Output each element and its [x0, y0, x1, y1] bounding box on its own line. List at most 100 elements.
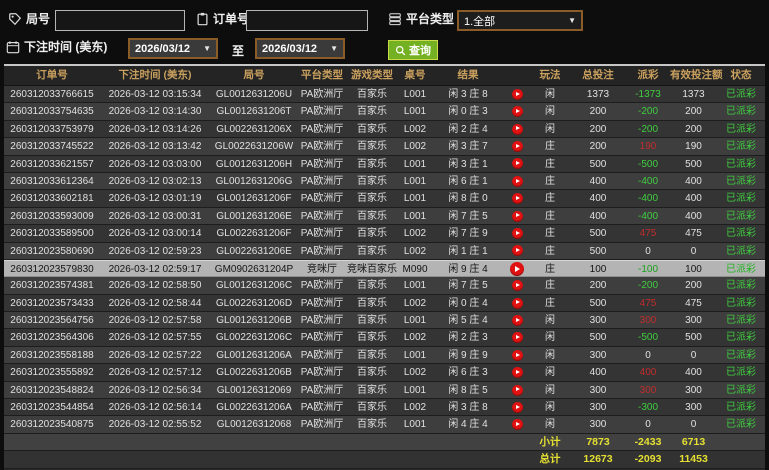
table-header: 订单号 下注时间 (美东) 局号 平台类型 游戏类型 桌号 结果 玩法 总投注 派彩 有效投注额 状态 — [4, 66, 765, 86]
cell-table: L001 — [403, 158, 427, 170]
cell-platform: PA欧洲厅 — [300, 245, 344, 257]
cell-table: L002 — [403, 228, 427, 240]
cell-table: L001 — [403, 419, 427, 431]
cell-payout: -200 — [637, 106, 658, 118]
table-row[interactable]: 260312023564756 2026-03-12 02:57:58 GL0012… — [4, 312, 765, 330]
replay-play-icon[interactable] — [511, 314, 523, 326]
replay-play-icon[interactable] — [511, 106, 523, 118]
replay-play-icon[interactable] — [511, 280, 523, 292]
cell-status: 已派彩 — [726, 228, 756, 240]
table-row[interactable]: 260312023544854 2026-03-12 02:56:14 GL0022… — [4, 399, 765, 417]
replay-cell — [504, 156, 530, 173]
subtotal-row-bet: 7873 — [586, 435, 610, 448]
replay-play-icon[interactable] — [511, 88, 523, 100]
cell-platform: PA欧洲厅 — [300, 141, 344, 153]
cell-status: 已派彩 — [726, 158, 756, 170]
date-from-picker[interactable]: 2026/03/12 ▼ — [128, 38, 218, 59]
replay-cell — [504, 173, 530, 190]
cell-game: 百家乐 — [357, 175, 387, 187]
table-row[interactable]: 260312033766615 2026-03-12 03:15:34 GL0012… — [4, 86, 765, 104]
table-row[interactable]: 260312033612364 2026-03-12 03:02:13 GL0012… — [4, 172, 765, 191]
cell-round: GL0012631206F — [216, 193, 292, 205]
cell-result: 闲 0 庄 4 — [448, 297, 488, 309]
table-row[interactable]: 260312023548824 2026-03-12 02:56:34 GL0012… — [4, 381, 765, 400]
subtotal-row-valid: 6713 — [681, 435, 706, 448]
platform-type-select[interactable]: 1.全部 ▼ — [457, 10, 583, 31]
replay-play-icon[interactable] — [511, 367, 523, 379]
cell-order: 260312023558188 — [10, 349, 94, 361]
cell-bet: 300 — [589, 384, 607, 396]
cell-status: 已派彩 — [726, 384, 756, 396]
replay-cell — [504, 103, 530, 120]
replay-play-icon[interactable] — [511, 175, 523, 187]
table-row[interactable]: 260312023540875 2026-03-12 02:55:52 GL0012… — [4, 416, 765, 434]
cell-order: 260312023555892 — [10, 367, 94, 379]
cell-bet: 400 — [589, 210, 607, 222]
table-row[interactable]: 260312033589500 2026-03-12 03:00:14 GL0022… — [4, 225, 765, 243]
round-number-input[interactable] — [55, 10, 185, 31]
cell-status: 已派彩 — [726, 175, 756, 187]
cell-platform: PA欧洲厅 — [300, 402, 344, 414]
cell-result: 闲 6 庄 3 — [448, 367, 488, 379]
column-header: 局号 — [243, 69, 265, 81]
cell-bet: 400 — [589, 193, 607, 205]
replay-play-icon[interactable] — [511, 401, 523, 413]
replay-play-icon[interactable] — [511, 141, 523, 153]
date-from-value: 2026/03/12 — [135, 42, 191, 55]
cell-time: 2026-03-12 03:14:26 — [108, 123, 202, 135]
replay-cell — [504, 312, 530, 329]
cell-result: 闲 1 庄 1 — [448, 245, 488, 257]
cell-order: 260312023548824 — [10, 384, 94, 396]
replay-play-icon[interactable] — [510, 262, 524, 277]
cell-status: 已派彩 — [726, 315, 756, 327]
table-row[interactable]: 260312023574381 2026-03-12 02:58:50 GL0012… — [4, 277, 765, 295]
table-row[interactable]: 260312033753979 2026-03-12 03:14:26 GL0022… — [4, 120, 765, 139]
cell-result: 闲 3 庄 1 — [448, 158, 488, 170]
cell-round: GL0022631206C — [215, 332, 293, 344]
column-header: 玩法 — [539, 69, 561, 81]
table-row[interactable]: 260312033621557 2026-03-12 03:03:00 GL0012… — [4, 155, 765, 173]
cell-game: 百家乐 — [357, 158, 387, 170]
table-row[interactable]: 260312033602181 2026-03-12 03:01:19 GL0012… — [4, 190, 765, 208]
replay-play-icon[interactable] — [511, 349, 523, 361]
table-row[interactable]: 260312033593009 2026-03-12 03:00:31 GL0012… — [4, 207, 765, 226]
cell-round: GL0022631206D — [215, 297, 293, 309]
replay-play-icon[interactable] — [511, 210, 523, 222]
cell-round: GL0012631206T — [216, 106, 292, 118]
replay-cell — [504, 261, 530, 278]
cell-platform: PA欧洲厅 — [300, 297, 344, 309]
replay-play-icon[interactable] — [511, 123, 523, 135]
table-row[interactable]: 260312033745522 2026-03-12 03:13:42 GL0022… — [4, 138, 765, 156]
table-row[interactable]: 260312033754635 2026-03-12 03:14:30 GL0012… — [4, 103, 765, 121]
search-button-label: 查询 — [409, 45, 431, 57]
cell-platform: PA欧洲厅 — [300, 280, 344, 292]
replay-play-icon[interactable] — [511, 297, 523, 309]
cell-payout: -500 — [637, 332, 658, 344]
order-number-input[interactable] — [246, 10, 368, 31]
date-to-picker[interactable]: 2026/03/12 ▼ — [255, 38, 345, 59]
replay-play-icon[interactable] — [511, 158, 523, 170]
search-button[interactable]: 查询 — [388, 40, 438, 60]
cell-time: 2026-03-12 03:01:19 — [108, 193, 202, 205]
table-row[interactable]: 260312023573433 2026-03-12 02:58:44 GL0022… — [4, 294, 765, 313]
cell-result: 闲 2 庄 3 — [448, 332, 488, 344]
cell-status: 已派彩 — [726, 419, 756, 431]
replay-play-icon[interactable] — [511, 227, 523, 239]
replay-cell — [504, 190, 530, 207]
cell-time: 2026-03-12 03:15:34 — [108, 89, 202, 100]
table-row[interactable]: 260312023564306 2026-03-12 02:57:55 GL0022… — [4, 329, 765, 347]
cell-order: 260312033593009 — [10, 210, 94, 222]
table-row[interactable]: 260312023555892 2026-03-12 02:57:12 GL0022… — [4, 364, 765, 382]
table-row[interactable]: 260312023580690 2026-03-12 02:59:23 GL0022… — [4, 242, 765, 260]
replay-play-icon[interactable] — [511, 193, 523, 205]
replay-play-icon[interactable] — [511, 384, 523, 396]
replay-play-icon[interactable] — [511, 245, 523, 257]
platform-type-label: 平台类型 — [406, 12, 455, 26]
replay-play-icon[interactable] — [511, 332, 523, 344]
table-row[interactable]: 260312023558188 2026-03-12 02:57:22 GL0012… — [4, 346, 765, 365]
replay-cell — [504, 225, 530, 242]
bet-time-label: 下注时间 (美东) — [24, 40, 108, 54]
replay-play-icon[interactable] — [511, 419, 523, 431]
table-row[interactable]: 260312023579830 2026-03-12 02:59:17 GM0902… — [4, 259, 765, 278]
cell-status: 已派彩 — [726, 402, 756, 414]
